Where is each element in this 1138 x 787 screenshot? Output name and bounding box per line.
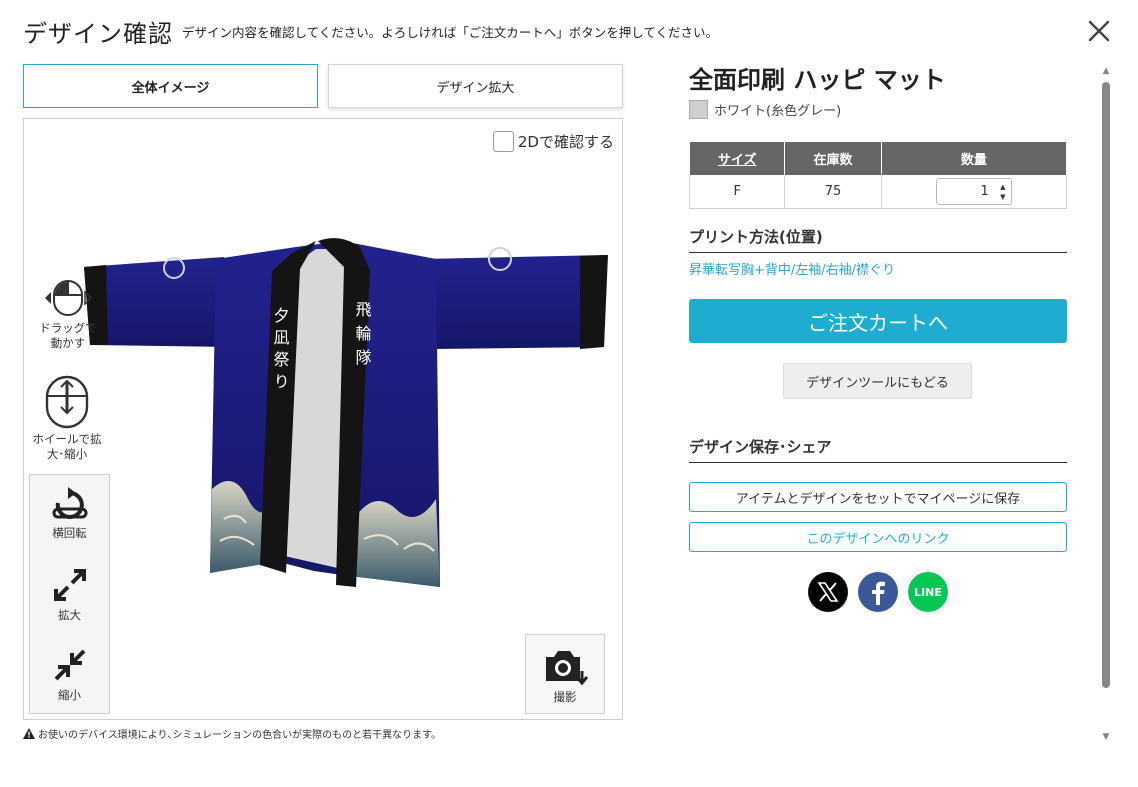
rotate-label: 横回転 — [52, 526, 87, 540]
view-tool-panel: 横回転 拡大 縮小 — [29, 474, 110, 714]
mouse-wheel-icon — [45, 375, 89, 429]
disclaimer-text: お使いのデバイス環境により､シミュレーションの色合いが実際のものと若干異なります… — [38, 730, 442, 741]
facebook-logo-icon — [872, 581, 885, 605]
expand-icon — [53, 569, 86, 601]
print-method-link[interactable]: 昇華転写胸+背中/左袖/右袖/襟ぐり — [689, 259, 895, 278]
right-sleeve — [424, 255, 606, 349]
zoom-in-label: 拡大 — [58, 608, 81, 622]
modal-title: デザイン確認 — [23, 20, 173, 48]
color-name: ホワイト(糸色グレー) — [714, 104, 842, 119]
quantity-value: 1 — [980, 184, 989, 199]
stepper-arrows-icon[interactable]: ▲ ▼ — [998, 182, 1008, 202]
modal-subtitle: デザイン内容を確認してください。よろしければ「ご注文カートへ」ボタンを押してくだ… — [182, 25, 719, 40]
table-row: F 75 1 ▲ ▼ — [688, 174, 1068, 209]
check-2d-label: 2Dで確認する — [517, 133, 614, 151]
design-viewer[interactable]: 2Dで確認する 飛輪隊 夕凪祭り ドラッグで動かす ホイールで拡大･縮小 横回転… — [23, 118, 623, 720]
color-row: ホワイト(糸色グレー) — [689, 100, 841, 119]
zoom-out-button[interactable]: 縮小 — [30, 647, 109, 719]
collar-text-left: 夕凪祭り — [271, 307, 290, 395]
right-cuff — [580, 255, 608, 349]
size-header[interactable]: サイズ — [688, 142, 786, 176]
screenshot-label: 撮影 — [553, 690, 577, 704]
zoom-out-label: 縮小 — [58, 688, 81, 702]
scroll-down-icon[interactable]: ▼ — [1100, 732, 1112, 742]
save-share-heading: デザイン保存･シェア — [689, 436, 1067, 463]
print-method-heading: プリント方法(位置) — [689, 226, 1067, 253]
quantity-header: 数量 — [880, 142, 1068, 176]
quantity-cell: 1 ▲ ▼ — [880, 174, 1068, 209]
line-logo-icon: LINE — [914, 585, 942, 599]
zoom-in-button[interactable]: 拡大 — [30, 567, 109, 643]
close-button[interactable] — [1086, 18, 1112, 44]
x-logo-icon — [817, 582, 839, 602]
design-link-button[interactable]: このデザインへのリンク — [689, 522, 1067, 552]
camera-icon — [546, 651, 588, 685]
sns-share-row: LINE — [808, 572, 948, 612]
facebook-share-button[interactable] — [858, 572, 898, 612]
size-cell: F — [688, 174, 786, 209]
stock-header: 在庫数 — [784, 142, 882, 176]
tab-design-zoom[interactable]: デザイン拡大 — [328, 64, 623, 108]
disclaimer: お使いのデバイス環境により､シミュレーションの色合いが実際のものと若干異なります… — [23, 726, 441, 741]
close-icon — [1088, 20, 1110, 42]
back-to-design-tool-button[interactable]: デザインツールにもどる — [783, 363, 972, 399]
drag-hint: ドラッグで動かす — [34, 277, 102, 351]
line-share-button[interactable]: LINE — [908, 572, 948, 612]
check-2d-checkbox[interactable] — [492, 131, 514, 152]
wheel-hint-label: ホイールで拡大･縮小 — [32, 432, 102, 461]
tab-overall-image[interactable]: 全体イメージ — [23, 64, 318, 108]
scrollbar[interactable]: ▲ ▼ — [1100, 66, 1112, 742]
warning-icon — [23, 728, 35, 739]
x-share-button[interactable] — [808, 572, 848, 612]
scroll-thumb[interactable] — [1102, 82, 1110, 688]
collar-text-right: 飛輪隊 — [353, 301, 372, 373]
quantity-stepper[interactable]: 1 ▲ ▼ — [935, 178, 1012, 205]
stock-table: サイズ 在庫数 数量 F 75 1 ▲ ▼ — [688, 142, 1068, 209]
mouse-drag-icon — [45, 280, 93, 316]
save-to-mypage-button[interactable]: アイテムとデザインをセットでマイページに保存 — [689, 482, 1067, 512]
order-cart-button[interactable]: ご注文カートへ — [689, 299, 1067, 343]
rotate-icon — [52, 487, 87, 519]
drag-hint-label: ドラッグで動かす — [39, 321, 97, 350]
check-2d-toggle[interactable]: 2Dで確認する — [492, 131, 614, 152]
view-tabs: 全体イメージ デザイン拡大 — [23, 64, 623, 108]
wheel-hint: ホイールで拡大･縮小 — [32, 374, 102, 462]
shrink-icon — [54, 649, 85, 681]
color-swatch — [689, 100, 708, 119]
rotate-button[interactable]: 横回転 — [30, 487, 109, 563]
scroll-up-icon[interactable]: ▲ — [1100, 66, 1112, 76]
screenshot-button[interactable]: 撮影 — [525, 634, 605, 714]
product-title: 全面印刷 ハッピ マット — [689, 66, 946, 94]
stock-cell: 75 — [784, 174, 882, 209]
